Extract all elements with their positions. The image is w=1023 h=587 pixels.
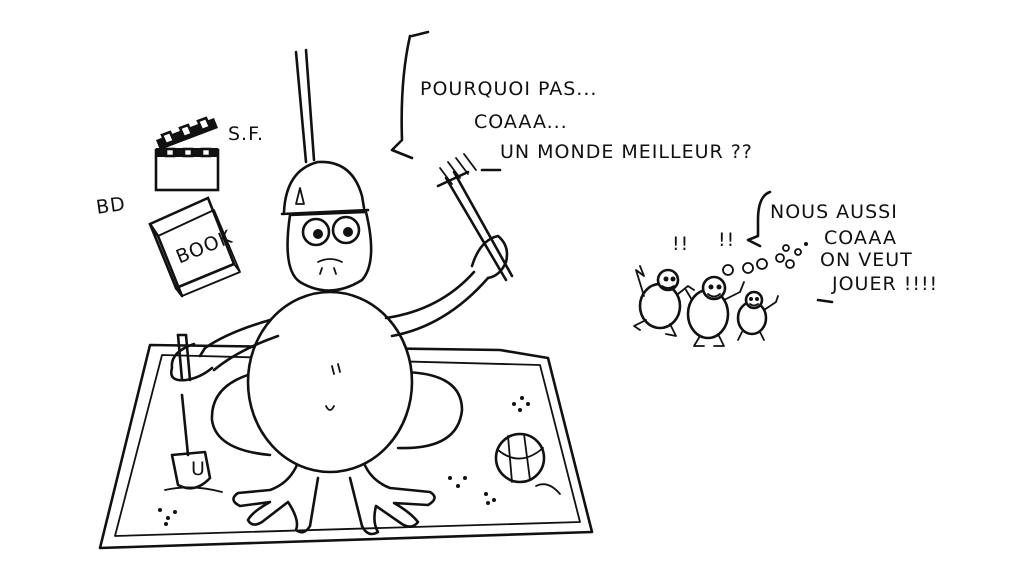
speech-babies-line1: NOUS AUSSI [770,201,898,223]
exclaim-right: !! [718,229,735,251]
speech-frog-line3: UN MONDE MEILLEUR ?? [500,141,753,163]
label-bd: BD [95,193,127,219]
clapperboard-icon [154,116,220,192]
speech-babies-line2: COAAA [824,227,897,249]
baby-frog-2 [685,275,745,347]
exclaim-left: !! [672,233,689,255]
speech-bubble-frog: POURQUOI PAS... COAAA... UN MONDE MEILLE… [390,30,753,172]
thought-bubbles [722,242,808,276]
ball-icon [494,432,561,495]
speech-bubble-babies: NOUS AUSSI COAAA ON VEUT JOUER !!!! [746,190,938,304]
speech-frog-line1: POURQUOI PAS... [420,78,597,100]
plunger-icon [294,48,316,164]
frog [170,160,509,536]
shovel-letter: U [191,458,206,480]
label-sf: S.F. [228,123,264,145]
speech-babies-line4: JOUER !!!! [831,273,938,295]
baby-frog-1 [633,265,695,337]
baby-frog-3 [736,290,779,341]
book-icon: BOOK [148,196,241,298]
drawing-canvas: U S.F. BD BOOK POURQUOI PAS... COAAA... … [95,30,938,550]
speech-babies-line3: ON VEUT [820,249,913,271]
speech-frog-line2: COAAA... [474,111,568,133]
